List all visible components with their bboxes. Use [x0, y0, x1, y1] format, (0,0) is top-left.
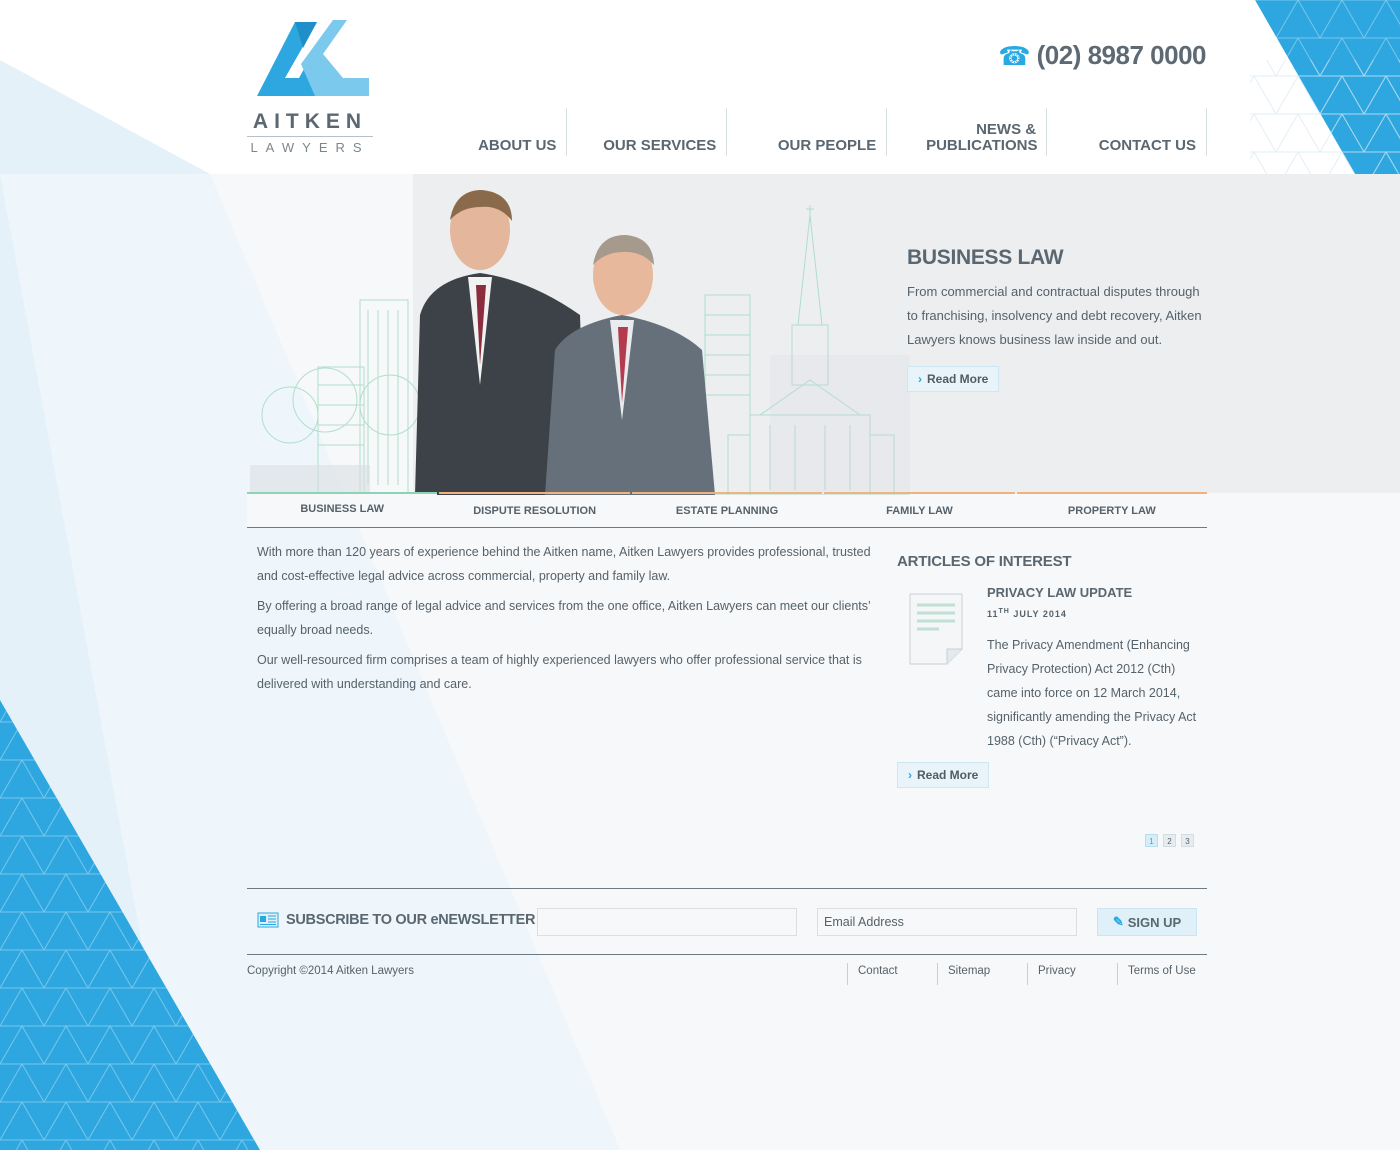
logo-rule: [247, 136, 373, 137]
footer-links: Contact Sitemap Privacy Terms of Use: [847, 963, 1207, 985]
page-2-button[interactable]: 2: [1163, 834, 1176, 847]
articles-heading: ARTICLES OF INTEREST: [897, 553, 1072, 570]
article-item: PRIVACY LAW UPDATE 11TH JULY 2014 The Pr…: [987, 585, 1197, 753]
article-date-day: 11: [987, 609, 999, 619]
page-3-button[interactable]: 3: [1181, 834, 1194, 847]
intro-paragraph: Our well-resourced firm comprises a team…: [257, 653, 862, 691]
phone-number[interactable]: ☎ (02) 8987 0000: [998, 40, 1206, 71]
nav-our-services[interactable]: OUR SERVICES: [567, 108, 728, 156]
name-field[interactable]: [537, 908, 797, 936]
tab-family-law[interactable]: FAMILY LAW: [824, 492, 1015, 527]
article-date-suffix: TH: [998, 608, 1010, 615]
logo-wordmark-bottom: LAWYERS: [250, 140, 370, 155]
page-1-button[interactable]: 1: [1145, 834, 1158, 847]
articles-pagination: 1 2 3: [1145, 834, 1194, 847]
chevron-right-icon: ›: [918, 372, 922, 386]
articles-of-interest: ARTICLES OF INTEREST PRIVACY LAW UPDATE …: [897, 553, 1207, 788]
hero-read-more-button[interactable]: › Read More: [907, 366, 1000, 392]
nav-contact-us[interactable]: CONTACT US: [1047, 108, 1207, 156]
hero-illustration: [250, 190, 910, 495]
telephone-icon: ☎: [998, 40, 1031, 71]
tab-business-law[interactable]: BUSINESS LAW: [247, 492, 438, 527]
footer-link-privacy[interactable]: Privacy: [1027, 963, 1117, 985]
nav-news-publications[interactable]: NEWS & PUBLICATIONS: [887, 108, 1048, 156]
copyright: Copyright ©2014 Aitken Lawyers: [247, 965, 415, 977]
footer-link-contact[interactable]: Contact: [847, 963, 937, 985]
nav-our-people[interactable]: OUR PEOPLE: [727, 108, 888, 156]
article-summary: The Privacy Amendment (Enhancing Privacy…: [987, 638, 1197, 748]
hero-read-more-label: Read More: [927, 372, 989, 386]
article-date-rest: JULY 2014: [1013, 609, 1067, 619]
hero-description: From commercial and contractual disputes…: [907, 284, 1202, 347]
nav-news-publications-label: NEWS & PUBLICATIONS: [926, 121, 1038, 154]
newsletter-bar: SUBSCRIBE TO OUR eNEWSLETTER ✎ SIGN UP: [247, 888, 1207, 955]
article-date: 11TH JULY 2014: [987, 608, 1197, 619]
article-read-more-button[interactable]: › Read More: [897, 762, 990, 788]
article-title[interactable]: PRIVACY LAW UPDATE: [987, 585, 1197, 600]
email-field[interactable]: [817, 908, 1077, 936]
newsletter-icon: [257, 912, 279, 928]
logo-mark-icon: [257, 20, 369, 96]
hero-title: BUSINESS LAW: [907, 246, 1064, 269]
lawyer-figure-right: [545, 235, 715, 495]
article-read-more-label: Read More: [917, 768, 979, 782]
newsletter-label: SUBSCRIBE TO OUR eNEWSLETTER: [257, 912, 535, 928]
hero-content: BUSINESS LAW From commercial and contrac…: [907, 246, 1207, 392]
footer-link-terms[interactable]: Terms of Use: [1117, 963, 1207, 985]
tab-property-law[interactable]: PROPERTY LAW: [1016, 492, 1208, 527]
newsletter-label-text: SUBSCRIBE TO OUR eNEWSLETTER: [286, 912, 536, 928]
logo-wordmark-top: AITKEN: [252, 110, 368, 133]
chevron-right-icon: ›: [908, 768, 912, 782]
sign-up-button[interactable]: ✎ SIGN UP: [1097, 908, 1197, 936]
tab-estate-planning[interactable]: ESTATE PLANNING: [631, 492, 823, 527]
practice-area-tabs: BUSINESS LAW DISPUTE RESOLUTION ESTATE P…: [247, 492, 1208, 528]
logo[interactable]: AITKEN LAWYERS: [247, 18, 377, 158]
sign-up-label: SIGN UP: [1127, 914, 1182, 930]
nav-about-us[interactable]: ABOUT US: [412, 108, 568, 156]
intro-paragraph: With more than 120 years of experience b…: [257, 545, 871, 583]
tab-dispute-resolution[interactable]: DISPUTE RESOLUTION: [439, 492, 630, 527]
intro-text: With more than 120 years of experience b…: [257, 540, 877, 702]
main-nav: ABOUT US OUR SERVICES OUR PEOPLE NEWS & …: [412, 108, 1207, 156]
document-icon: [909, 593, 963, 665]
footer-link-sitemap[interactable]: Sitemap: [937, 963, 1027, 985]
phone-number-text: (02) 8987 0000: [1036, 40, 1207, 70]
pencil-icon: ✎: [1112, 914, 1124, 929]
intro-paragraph: By offering a broad range of legal advic…: [257, 599, 871, 637]
